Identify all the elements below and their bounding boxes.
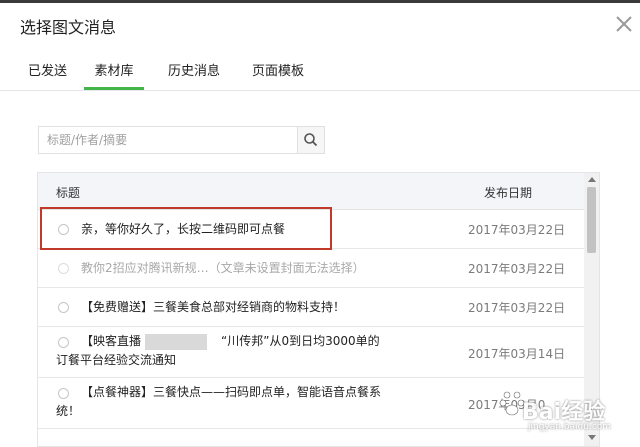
dialog-title: 选择图文消息 bbox=[20, 18, 117, 37]
row-title: 教你2招应对腾讯新规…（文章未设置封面无法选择） bbox=[81, 261, 365, 275]
row-title-part: “川传邦”从0到日均3000单的 bbox=[221, 334, 380, 348]
row-date: 2017年03月22日 bbox=[468, 301, 566, 315]
top-bar bbox=[0, 0, 640, 3]
table-row[interactable]: 【免费赠送】三餐美食总部对经销商的物料支持！ 2017年03月22日 bbox=[38, 288, 584, 327]
row-radio bbox=[58, 263, 69, 274]
row-date: 2017年03月22日 bbox=[468, 262, 566, 276]
row-date: 2017年03月14日 bbox=[468, 347, 566, 361]
scroll-up-arrow-icon[interactable] bbox=[588, 177, 596, 182]
table-row[interactable]: 【映客直播 “川传邦”从0到日均3000单的 订餐平台经验交流通知 2017年03… bbox=[38, 327, 584, 378]
row-title: 【映客直播 “川传邦”从0到日均3000单的 bbox=[81, 332, 380, 350]
tab-page-template[interactable]: 页面模板 bbox=[252, 60, 304, 90]
highlight-box bbox=[40, 207, 332, 250]
search-button[interactable] bbox=[297, 126, 325, 154]
tab-history[interactable]: 历史消息 bbox=[168, 60, 220, 90]
tab-library[interactable]: 素材库 bbox=[84, 60, 144, 90]
header-date: 发布日期 bbox=[484, 186, 533, 200]
table-row-disabled: 教你2招应对腾讯新规…（文章未设置封面无法选择） 2017年03月22日 bbox=[38, 249, 584, 288]
watermark: Bai经验 jingyan.baidu.com bbox=[498, 378, 628, 438]
watermark-url: jingyan.baidu.com bbox=[528, 422, 612, 432]
row-title-part: 【映客直播 bbox=[81, 334, 142, 348]
search-icon bbox=[304, 133, 318, 147]
search-input[interactable] bbox=[39, 127, 305, 153]
search-box bbox=[38, 126, 305, 154]
scroll-thumb[interactable] bbox=[587, 187, 596, 253]
row-radio[interactable] bbox=[58, 388, 69, 399]
row-title: 【点餐神器】三餐快点——扫码即点单，智能语音点餐系 bbox=[81, 385, 382, 399]
row-radio[interactable] bbox=[58, 302, 69, 313]
blurred-text bbox=[145, 333, 208, 350]
row-title-continued: 订餐平台经验交流通知 bbox=[56, 353, 177, 367]
row-date: 2017年03月22日 bbox=[468, 223, 566, 237]
tab-sent[interactable]: 已发送 bbox=[28, 60, 67, 90]
row-title: 【免费赠送】三餐美食总部对经销商的物料支持！ bbox=[81, 300, 346, 314]
tab-bar: 已发送 素材库 历史消息 页面模板 bbox=[0, 52, 640, 91]
row-radio[interactable] bbox=[58, 337, 69, 348]
header-title: 标题 bbox=[56, 186, 81, 200]
row-title-continued: 统！ bbox=[56, 404, 81, 418]
close-icon-glyph bbox=[616, 16, 632, 32]
table-header: 标题 发布日期 bbox=[38, 173, 584, 210]
close-icon[interactable] bbox=[614, 14, 634, 34]
